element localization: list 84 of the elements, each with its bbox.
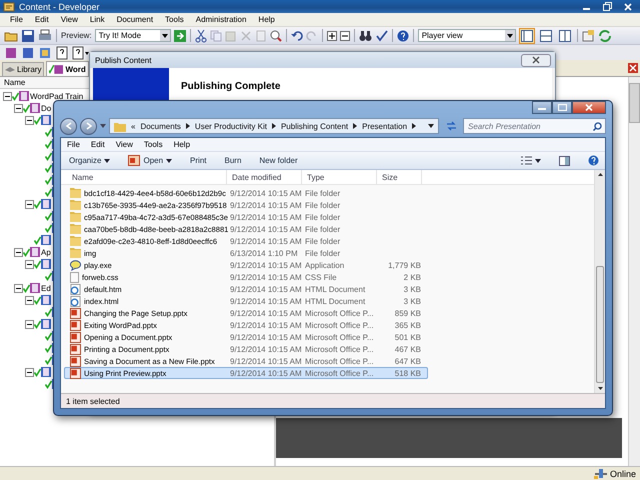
date-cell-text: 9/12/2014 10:15 AM xyxy=(229,212,303,222)
breadcrumb-item[interactable]: Documents xyxy=(140,122,181,130)
date-cell-text: 9/12/2014 10:15 AM xyxy=(229,296,303,306)
menu-item[interactable]: Help xyxy=(258,15,275,24)
breadcrumb-item[interactable]: User Productivity Kit xyxy=(194,122,267,130)
breadcrumb-item[interactable]: Presentation xyxy=(362,122,408,130)
date-cell-text: 9/12/2014 10:15 AM xyxy=(229,356,303,366)
menu-item[interactable]: View xyxy=(60,15,78,24)
command-button[interactable]: New folder xyxy=(259,152,298,168)
menu-item[interactable]: File xyxy=(67,140,80,149)
window-title: Content - Developer xyxy=(19,2,100,12)
type-cell-text: File folder xyxy=(304,224,342,234)
breadcrumb-item[interactable]: Publishing Content xyxy=(280,122,348,130)
date-cell-text: 9/12/2014 10:15 AM xyxy=(229,236,303,246)
date-cell-text: 9/12/2014 10:15 AM xyxy=(229,188,303,198)
size-cell-text: 3 KB xyxy=(402,284,422,294)
date-cell-text: 9/12/2014 10:15 AM xyxy=(229,200,303,210)
size-cell-text: 365 KB xyxy=(394,320,422,330)
date-cell-text: 9/12/2014 10:15 AM xyxy=(229,320,303,330)
dialog-title: Publish Content xyxy=(95,56,152,64)
type-cell-text: Microsoft Office P... xyxy=(304,308,375,318)
type-cell-text: File folder xyxy=(304,236,342,246)
menu-item[interactable]: Edit xyxy=(34,15,49,24)
type-cell-text: HTML Document xyxy=(304,296,366,306)
tree-item[interactable]: Do xyxy=(41,104,52,112)
type-cell-text: HTML Document xyxy=(304,284,366,294)
connection-status: Online xyxy=(610,468,636,478)
tree-item[interactable]: WordPad Train xyxy=(30,92,84,100)
column-header[interactable]: Name xyxy=(61,170,227,184)
open-button[interactable]: Open xyxy=(128,152,172,168)
date-cell-text: 9/12/2014 10:15 AM xyxy=(229,260,303,270)
type-cell-text: Application xyxy=(304,260,346,270)
preview-label: Preview: xyxy=(61,31,92,40)
size-cell-text: 3 KB xyxy=(402,296,422,306)
type-cell-text: Microsoft Office P... xyxy=(304,344,375,354)
organize-button[interactable]: Organize xyxy=(69,152,110,168)
menu-item[interactable]: Edit xyxy=(90,140,105,149)
menu-item[interactable]: View xyxy=(116,140,133,149)
preview-mode-dropdown[interactable]: Try It! Mode xyxy=(94,29,171,42)
tree-item[interactable]: Ed xyxy=(41,284,51,292)
column-header[interactable]: Type xyxy=(302,170,377,184)
type-cell-text: File folder xyxy=(304,248,342,258)
date-cell-text: 9/12/2014 10:15 AM xyxy=(229,272,303,282)
date-cell-text: 6/13/2014 1:10 PM xyxy=(229,248,299,258)
tree-item[interactable]: Ap xyxy=(41,248,51,256)
type-cell-text: Microsoft Office P... xyxy=(304,368,375,378)
type-cell-text: Microsoft Office P... xyxy=(304,332,375,342)
command-button[interactable]: Print xyxy=(190,152,206,168)
type-cell-text: File folder xyxy=(304,200,342,210)
overflow-marker[interactable]: « xyxy=(131,122,136,130)
date-cell-text: 9/12/2014 10:15 AM xyxy=(229,224,303,234)
menu-item[interactable]: Administration xyxy=(196,15,246,24)
tab[interactable]: Word xyxy=(46,61,89,76)
menu-item[interactable]: Document xyxy=(116,15,154,24)
size-cell-text: 647 KB xyxy=(394,356,422,366)
type-cell-text: File folder xyxy=(304,188,342,198)
size-cell-text: 1,779 KB xyxy=(387,260,422,270)
status-text: 1 item selected xyxy=(66,396,120,406)
view-mode-dropdown[interactable]: Player view xyxy=(418,29,516,42)
date-cell-text: 9/12/2014 10:15 AM xyxy=(229,284,303,294)
date-cell-text: 9/12/2014 10:15 AM xyxy=(229,308,303,318)
command-button[interactable]: Burn xyxy=(224,152,242,168)
menu-item[interactable]: Tools xyxy=(144,140,163,149)
tab[interactable]: Library xyxy=(2,62,44,76)
menu-item[interactable]: Help xyxy=(174,140,190,149)
size-cell-text: 2 KB xyxy=(402,272,422,282)
menu-item[interactable]: File xyxy=(10,15,23,24)
type-cell-text: File folder xyxy=(304,212,342,222)
date-cell-text: 9/12/2014 10:15 AM xyxy=(229,332,303,342)
size-cell-text: 859 KB xyxy=(394,308,422,318)
menu-item[interactable]: Link xyxy=(90,15,105,24)
date-cell-text: 9/12/2014 10:15 AM xyxy=(229,368,303,378)
column-header[interactable]: Size xyxy=(377,170,422,184)
date-cell-text: 9/12/2014 10:15 AM xyxy=(229,344,303,354)
type-cell-text: Microsoft Office P... xyxy=(304,320,375,330)
type-cell-text: CSS File xyxy=(304,272,338,282)
size-cell-text: 518 KB xyxy=(394,368,422,378)
column-header[interactable]: Date modified xyxy=(227,170,302,184)
menu-item[interactable]: Tools xyxy=(165,15,184,24)
size-cell-text: 501 KB xyxy=(394,332,422,342)
search-field[interactable]: Search Presentation xyxy=(463,118,606,134)
size-cell-text: 467 KB xyxy=(394,344,422,354)
address-bar[interactable]: « Documents User Productivity Kit Publishing Content Presentation xyxy=(109,118,439,134)
type-cell-text: Microsoft Office P... xyxy=(304,356,375,366)
